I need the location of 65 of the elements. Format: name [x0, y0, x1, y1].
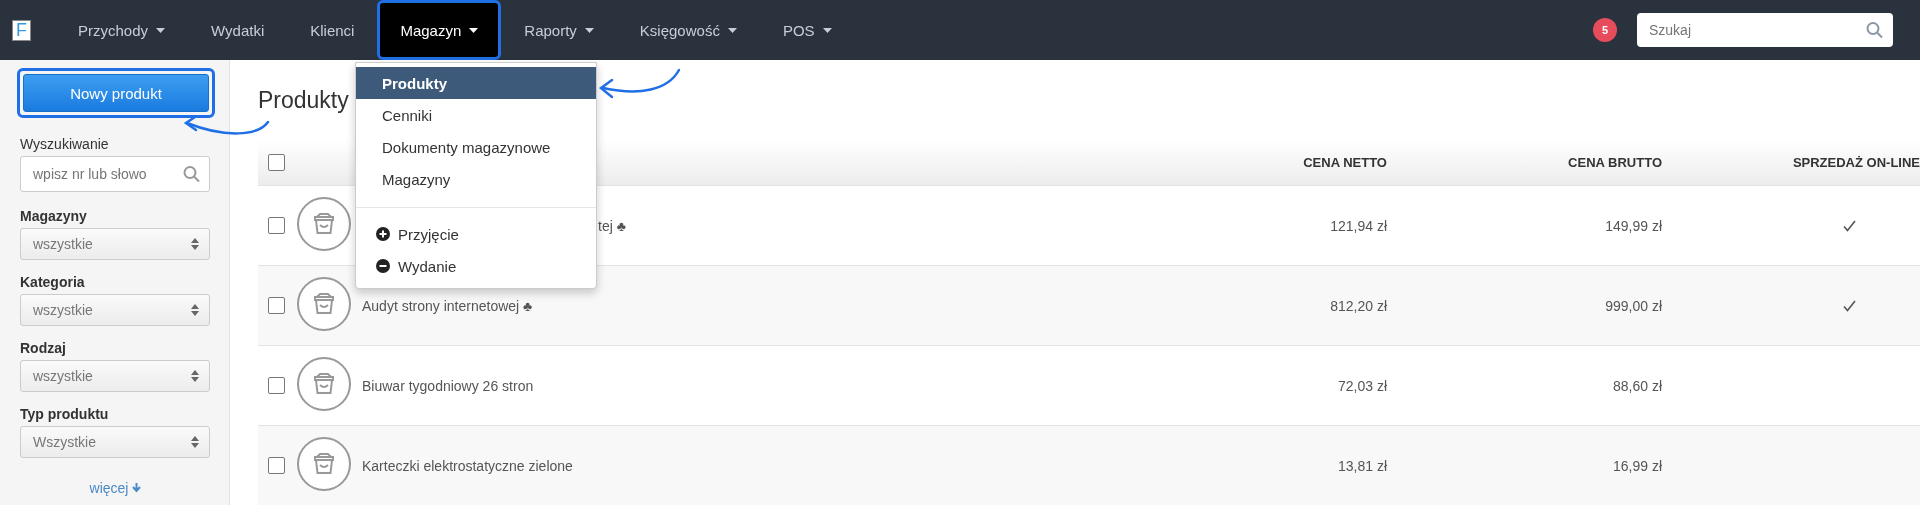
- filter-label: Wyszukiwanie: [20, 136, 110, 152]
- search-field[interactable]: Szukaj: [1637, 13, 1893, 47]
- product-name[interactable]: tej ♣: [598, 217, 626, 234]
- select-field[interactable]: wszystkie: [20, 228, 210, 260]
- menu-item[interactable]: Cenniki: [356, 99, 596, 131]
- table-cell: 13,81 zł: [1337, 457, 1387, 474]
- nav-tab[interactable]: Księgowość: [616, 0, 760, 60]
- checkbox[interactable]: [268, 297, 285, 314]
- plus-circle-icon: [376, 227, 390, 241]
- table-cell: 72,03 zł: [1337, 377, 1387, 394]
- select-field[interactable]: wszystkie: [20, 294, 210, 326]
- updown-icon: [191, 369, 199, 383]
- table-cell: 999,00 zł: [1605, 297, 1662, 314]
- nav-tab[interactable]: Przychody: [55, 0, 189, 60]
- updown-icon: [191, 237, 199, 251]
- caret-icon: [469, 27, 479, 33]
- bag-icon: [296, 276, 352, 332]
- product-name[interactable]: Biuwar tygodniowy 26 stron: [362, 377, 534, 394]
- checkbox[interactable]: [268, 154, 285, 171]
- table-cell: 812,20 zł: [1330, 297, 1387, 314]
- select-field[interactable]: wszystkie: [20, 360, 210, 392]
- menu-item[interactable]: Wydanie: [356, 250, 596, 282]
- nav-tab[interactable]: Raporty: [501, 0, 617, 60]
- product-name[interactable]: Karteczki elektrostatyczne zielone: [362, 457, 573, 474]
- caret-icon: [584, 27, 594, 33]
- table-cell: 16,99 zł: [1612, 457, 1662, 474]
- search-icon: [183, 165, 200, 183]
- updown-icon: [191, 435, 199, 449]
- filter-label: Rodzaj: [20, 340, 67, 356]
- updown-icon: [191, 303, 199, 317]
- nav-tab[interactable]: Magazyn: [377, 0, 502, 60]
- checkbox[interactable]: [268, 377, 285, 394]
- search-icon: [1866, 21, 1883, 39]
- bag-icon: [296, 356, 352, 412]
- notification-badge[interactable]: 5: [1593, 18, 1617, 42]
- table-cell: 149,99 zł: [1605, 217, 1662, 234]
- checkbox[interactable]: [268, 457, 285, 474]
- select-field[interactable]: Wszystkie: [20, 426, 210, 458]
- caret-icon: [822, 27, 832, 33]
- caret-icon: [727, 27, 737, 33]
- caret-icon: [156, 27, 166, 33]
- menu-item[interactable]: Produkty: [356, 67, 596, 99]
- checkbox[interactable]: [268, 217, 285, 234]
- table-cell: 121,94 zł: [1330, 217, 1387, 234]
- new-product-button[interactable]: Nowy produkt: [23, 74, 209, 112]
- column-header[interactable]: CENA NETTO: [1303, 155, 1387, 170]
- column-header[interactable]: SPRZEDAŻ ON-LINE: [1792, 155, 1920, 170]
- column-header[interactable]: CENA BRUTTO: [1568, 155, 1662, 170]
- bag-icon: [296, 436, 352, 492]
- search-field[interactable]: wpisz nr lub słowo: [20, 156, 210, 192]
- filter-label: Magazyny: [20, 208, 88, 224]
- down-arrow-icon: [132, 483, 142, 493]
- product-name[interactable]: Audyt strony internetowej ♣: [362, 297, 533, 314]
- menu-item[interactable]: Przyjęcie: [356, 218, 596, 250]
- nav-tab[interactable]: POS: [759, 0, 855, 60]
- nav-tab[interactable]: Wydatki: [188, 0, 288, 60]
- nav-tab[interactable]: Klienci: [287, 0, 378, 60]
- filter-label: Kategoria: [20, 274, 86, 290]
- minus-circle-icon: [376, 259, 390, 273]
- menu-item[interactable]: Magazyny: [356, 163, 596, 195]
- bag-icon: [296, 196, 352, 252]
- table-cell: 88,60 zł: [1612, 377, 1662, 394]
- menu-item[interactable]: Dokumenty magazynowe: [356, 131, 596, 163]
- page-title: Produkty: [258, 86, 349, 114]
- filter-label: Typ produktu: [20, 406, 110, 422]
